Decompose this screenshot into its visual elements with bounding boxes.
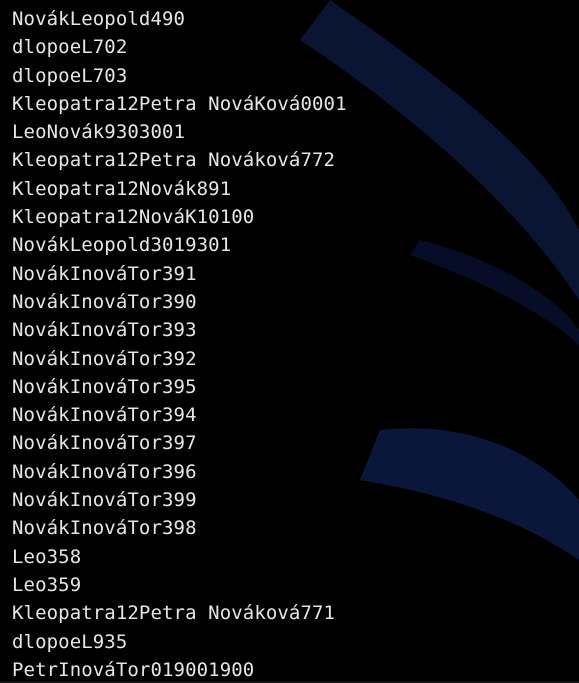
terminal-line: NovákInováTor396	[12, 460, 197, 483]
terminal-line: NovákInováTor391	[12, 262, 197, 285]
terminal-line: dlopoeL703	[12, 64, 128, 87]
terminal-line: Kleopatra12Novák891	[12, 177, 232, 200]
terminal-line: NovákInováTor398	[12, 517, 197, 540]
terminal-line: NovákLeopold490	[12, 8, 186, 30]
terminal-line: Kleopatra12Petra Nováková771	[12, 602, 336, 625]
terminal-line: PetrInováTor019001900	[12, 658, 255, 681]
terminal-line: NovákInováTor390	[12, 290, 197, 313]
terminal-line: NovákInováTor395	[12, 375, 197, 398]
terminal-window[interactable]: NovákLeopold490 dlopoeL702 dlopoeL703 Kl…	[0, 0, 579, 683]
terminal-line: LeoNovák9303001	[12, 121, 186, 144]
terminal-line: Leo359	[12, 573, 82, 596]
terminal-line: Kleopatra12Petra Nováková772	[12, 149, 336, 172]
terminal-line: NovákInováTor392	[12, 347, 197, 370]
terminal-line: NovákLeopold3019301	[12, 234, 232, 257]
terminal-line: dlopoeL702	[12, 36, 128, 59]
terminal-line: NovákInováTor393	[12, 319, 197, 342]
terminal-line: Kleopatra12NováK10100	[12, 206, 255, 229]
terminal-line: NovákInováTor399	[12, 489, 197, 512]
terminal-output: NovákLeopold490 dlopoeL702 dlopoeL703 Kl…	[12, 5, 347, 683]
terminal-line: NovákInováTor397	[12, 432, 197, 455]
terminal-line: dlopoeL935	[12, 630, 128, 653]
terminal-line: NovákInováTor394	[12, 404, 197, 427]
terminal-line: Leo358	[12, 545, 82, 568]
wallpaper-swoosh-lower	[360, 428, 579, 560]
terminal-line: Kleopatra12Petra NováKová0001	[12, 92, 347, 115]
